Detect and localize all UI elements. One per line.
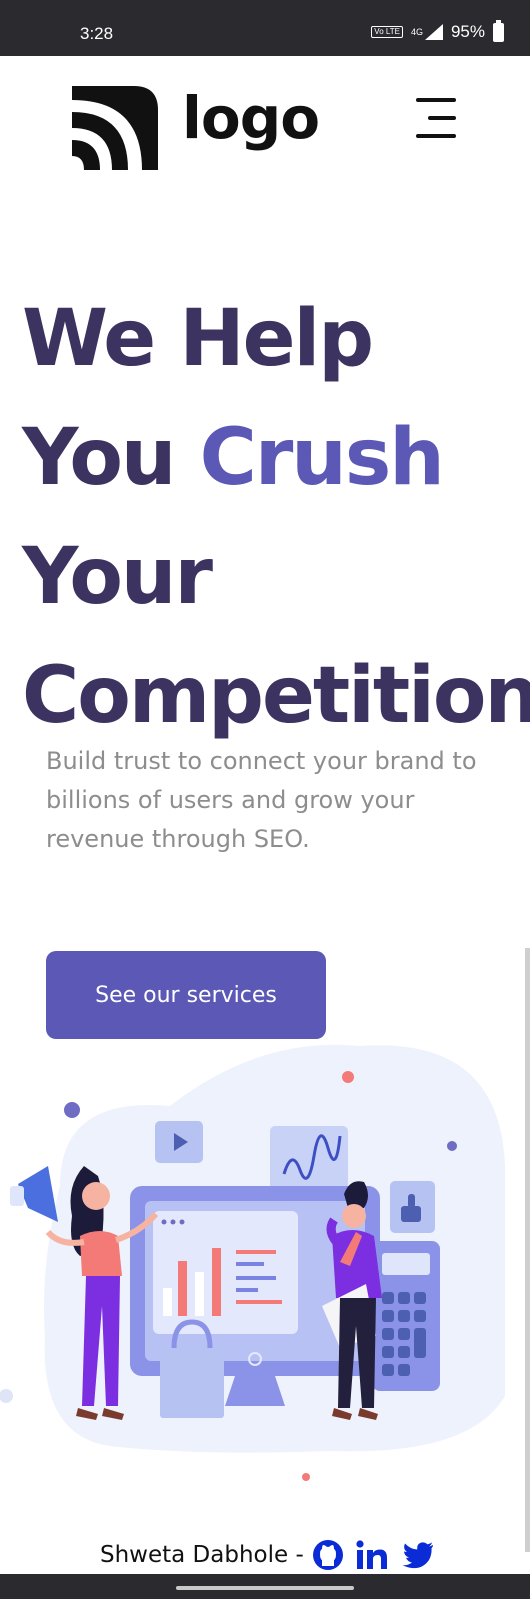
see-services-button[interactable]: See our services: [46, 951, 326, 1039]
logo-mark-icon[interactable]: [72, 86, 158, 174]
home-gesture-handle[interactable]: [176, 1586, 354, 1590]
volte-icon: Vo LTE: [371, 26, 403, 38]
status-indicators: Vo LTE 4G 95%: [371, 19, 504, 42]
network-signal-icon: 4G: [411, 24, 443, 40]
network-type: 4G: [410, 27, 423, 37]
headline-line-1: We Help: [22, 294, 374, 384]
hero-headline: We Help You Crush Your Competition: [22, 280, 530, 756]
footer: Shweta Dabhole -: [100, 1535, 434, 1575]
footer-credit: Shweta Dabhole -: [100, 1542, 304, 1568]
status-bar: 3:28 Vo LTE 4G 95%: [0, 0, 530, 56]
hamburger-menu-icon[interactable]: [408, 96, 456, 140]
hero-subtext: Build trust to connect your brand to bil…: [46, 747, 477, 853]
headline-line-4: Competition: [22, 651, 530, 741]
battery-icon: [493, 19, 504, 42]
battery-percent: 95%: [450, 22, 485, 41]
scrollbar[interactable]: [525, 948, 530, 1552]
headline-accent: Crush: [199, 413, 445, 503]
github-icon[interactable]: [312, 1539, 344, 1571]
hero-illustration: [0, 1044, 505, 1481]
headline-line-2: You: [22, 413, 200, 503]
linkedin-icon[interactable]: [356, 1540, 388, 1570]
headline-line-3: Your: [22, 532, 213, 622]
status-time: 3:28: [80, 24, 114, 43]
twitter-icon[interactable]: [402, 1541, 434, 1569]
logo-text[interactable]: logo: [182, 84, 320, 152]
